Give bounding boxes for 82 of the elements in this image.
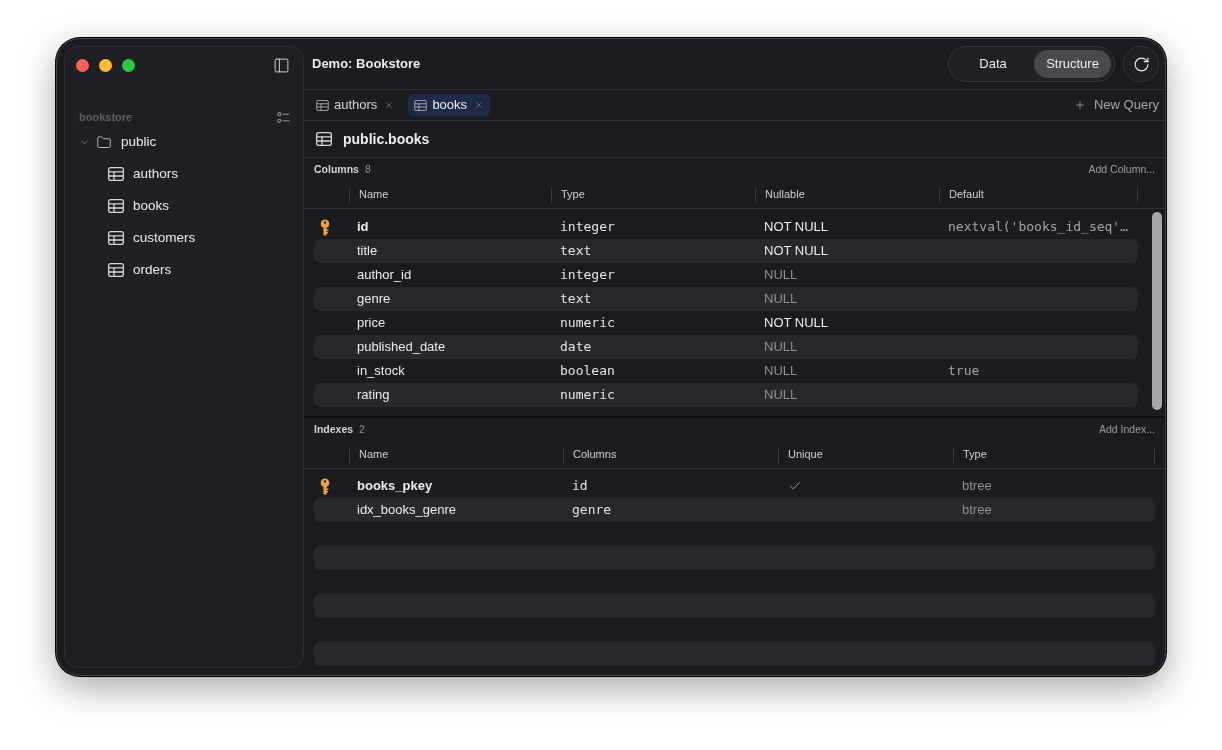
tab[interactable]: authors [310, 94, 401, 116]
table-cell-text: numeric [559, 314, 616, 333]
column-header[interactable]: Type [561, 186, 585, 203]
section-count: 8 [364, 161, 371, 177]
add-index-button[interactable]: Add Index... [1098, 421, 1155, 438]
refresh-icon [1132, 55, 1150, 73]
tree-item[interactable]: books [65, 190, 303, 222]
table-cell-text: NOT NULL [763, 314, 830, 333]
table-cell-text: btree [961, 477, 993, 496]
table-cell-text: author_id [356, 266, 413, 285]
table-title: public.books [343, 129, 430, 149]
table-cell-text: NOT NULL [763, 218, 830, 237]
list-settings-icon[interactable] [277, 111, 290, 123]
view-tab[interactable]: Data [952, 50, 1034, 78]
database-label: bookstore [79, 109, 133, 125]
table-cell-text: date [559, 338, 593, 357]
table-cell-text: rating [356, 386, 391, 405]
table-cell-text: text [559, 242, 593, 261]
tree-item[interactable]: authors [65, 158, 303, 190]
add-column-button[interactable]: Add Column... [1088, 161, 1155, 178]
minimize-button[interactable] [99, 58, 112, 72]
new-query-button[interactable]: New Query [1073, 95, 1159, 115]
table-icon [316, 132, 332, 146]
plus-icon [1073, 99, 1086, 111]
column-header[interactable]: Unique [788, 446, 823, 463]
column-header[interactable]: Name [359, 186, 389, 203]
table-cell-text: NULL [763, 362, 799, 381]
table-cell-text: in_stock [356, 362, 406, 381]
table-icon [108, 199, 124, 213]
table-cell-text: published_date [356, 338, 447, 357]
section-title: Indexes [314, 421, 354, 437]
table-cell-text: numeric [559, 386, 616, 405]
refresh-button[interactable] [1123, 46, 1159, 82]
tree-item[interactable]: customers [65, 222, 303, 254]
table-icon [108, 231, 124, 245]
column-header[interactable]: Type [963, 446, 987, 463]
table-cell-text: NULL [763, 338, 799, 357]
table-cell-text: id [356, 218, 370, 237]
column-header[interactable]: Columns [573, 446, 617, 463]
window-title: Demo: Bookstore [312, 55, 421, 74]
table-cell-text: nextval('books_id_seq'… [947, 218, 1129, 237]
table-cell-text: books_pkey [356, 477, 434, 496]
table-cell-text: NULL [763, 386, 799, 405]
table-icon [108, 167, 124, 181]
table-cell-text: integer [559, 218, 616, 237]
table-row[interactable]: published_date date NULL [314, 335, 1138, 359]
scrollbar-thumb[interactable] [1152, 212, 1162, 410]
table-cell-text: genre [356, 290, 392, 309]
tree-item[interactable]: public [65, 127, 303, 158]
table-row[interactable]: title text NOT NULL [314, 239, 1138, 263]
close-icon[interactable] [384, 100, 395, 110]
table-cell-text: boolean [559, 362, 616, 381]
table-cell-text: NULL [763, 266, 799, 285]
table-cell-text: id [571, 477, 589, 496]
table-cell-text: text [559, 290, 593, 309]
section-title: Columns [314, 161, 359, 177]
zoom-button[interactable] [122, 58, 135, 72]
tree-item[interactable]: orders [65, 254, 303, 286]
column-header[interactable]: Name [359, 446, 389, 463]
table-cell-text: NULL [763, 290, 799, 309]
table-cell-text: price [356, 314, 387, 333]
column-header[interactable]: Default [949, 186, 984, 203]
table-cell-text: idx_books_genre [356, 501, 458, 520]
close-button[interactable] [76, 58, 89, 72]
table-cell-text: genre [571, 501, 613, 520]
table-cell-text: btree [961, 501, 993, 520]
column-header[interactable]: Nullable [765, 186, 805, 203]
sidebar-toggle-icon[interactable] [272, 56, 291, 74]
table-cell-text: title [356, 242, 379, 261]
table-cell-text: NOT NULL [763, 242, 830, 261]
table-icon [316, 99, 329, 111]
table-row[interactable]: idx_books_genre genre btree [314, 498, 1155, 522]
section-count: 2 [359, 421, 365, 437]
folder-icon [96, 135, 112, 150]
table-cell-text: true [947, 362, 981, 381]
table-cell-text: integer [559, 266, 616, 285]
table-row[interactable]: genre text NULL [314, 287, 1138, 311]
tab[interactable]: books [408, 94, 491, 116]
table-row[interactable]: rating numeric NULL [314, 383, 1138, 407]
view-tab[interactable]: Structure [1034, 50, 1111, 78]
table-icon [108, 263, 124, 277]
table-icon [414, 99, 428, 111]
